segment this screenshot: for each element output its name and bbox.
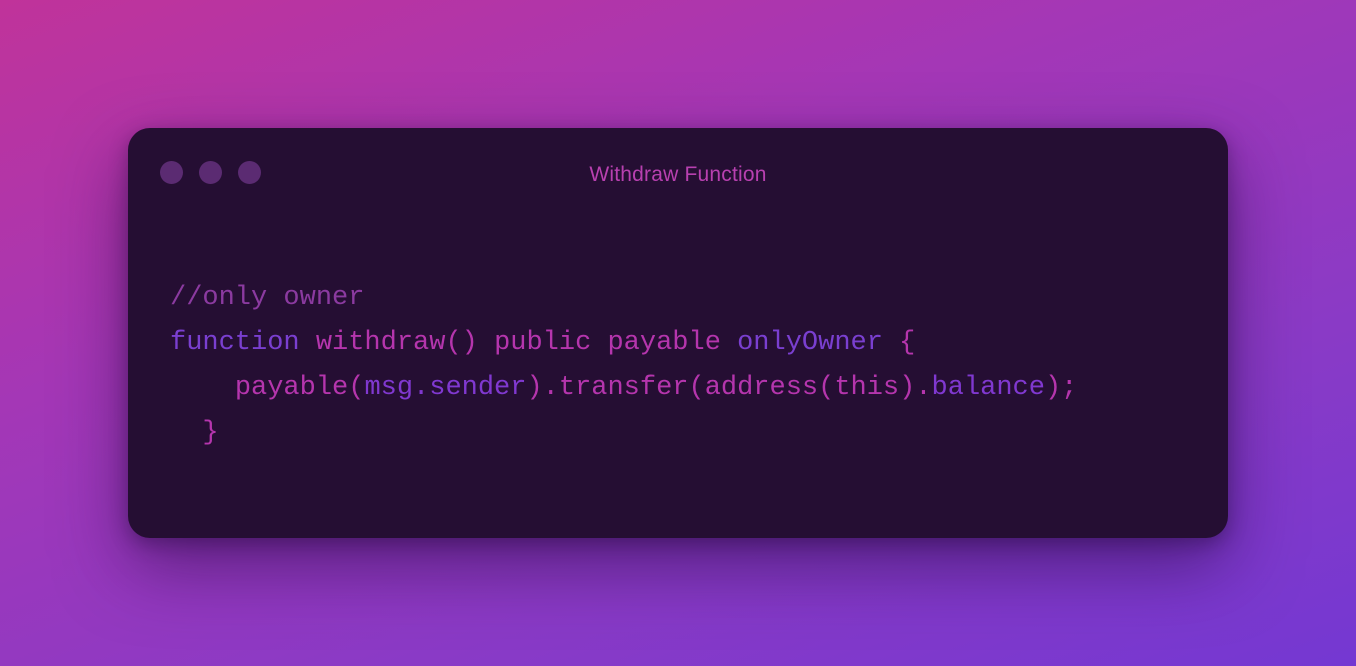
code-function-name: withdraw() [315,328,478,358]
code-call-transfer: ).transfer( [526,373,705,403]
code-block: //only owner function withdraw() public p… [170,276,1077,456]
code-line-4: } [170,411,1077,456]
code-modifier-payable: payable [607,328,721,358]
code-window: Withdraw Function //only owner function w… [128,128,1228,538]
code-open-brace: { [899,328,916,358]
code-modifier-onlyowner: onlyOwner [737,328,883,358]
code-dot: ). [899,373,932,403]
code-keyword-function: function [170,328,300,358]
code-balance: balance [931,373,1045,403]
code-msg-sender: msg.sender [364,373,527,403]
code-statement-end: ); [1044,373,1078,403]
code-call-address: address( [704,373,835,403]
code-line-2: function withdraw() public payable onlyO… [170,321,1077,366]
code-call-payable: payable( [234,373,365,403]
code-close-brace: } [202,418,219,448]
code-line-3: payable(msg.sender).transfer(address(thi… [170,366,1078,411]
code-comment: //only owner [170,283,365,313]
code-this: this [834,373,900,403]
window-title: Withdraw Function [589,163,767,186]
code-line-1: //only owner [170,276,1077,321]
code-visibility: public [494,328,592,358]
